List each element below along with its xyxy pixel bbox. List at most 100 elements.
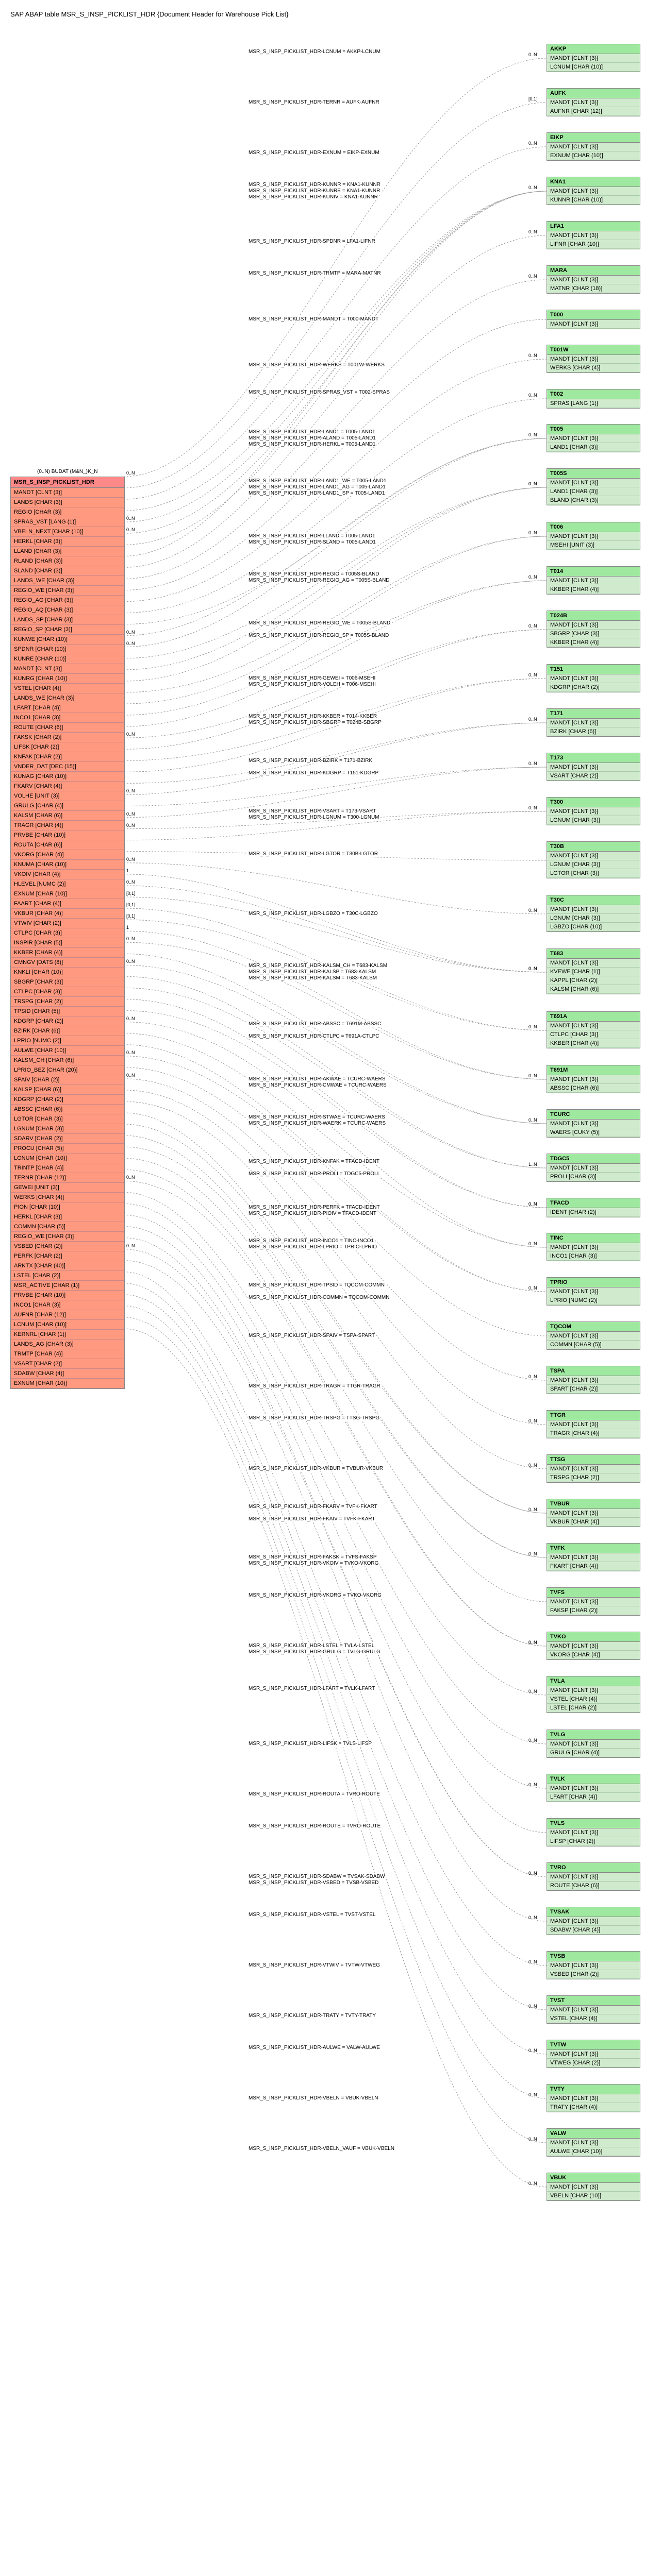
cardinality-right: 0..N bbox=[528, 1689, 537, 1694]
cardinality-right: 0..N bbox=[528, 353, 537, 358]
left-table-header: MSR_S_INSP_PICKLIST_HDR bbox=[11, 477, 124, 488]
table-header: T173 bbox=[547, 753, 640, 763]
table-header: TCURC bbox=[547, 1110, 640, 1120]
table-header: T691A bbox=[547, 1012, 640, 1022]
table-row: LIFSP [CHAR (2)] bbox=[547, 1837, 640, 1846]
table-header: TVFK bbox=[547, 1544, 640, 1553]
table-row: CMNGV [DATS (8)] bbox=[11, 958, 124, 968]
cardinality-right: 1..N bbox=[528, 1162, 537, 1167]
cardinality-right: 0..N bbox=[528, 1117, 537, 1123]
cardinality-right: 0..N bbox=[528, 2092, 537, 2097]
table-row: MANDT [CLNT (3)] bbox=[547, 2006, 640, 2014]
table-row: EXNUM [CHAR (10)] bbox=[11, 1379, 124, 1388]
table-row: LIFNR [CHAR (10)] bbox=[547, 240, 640, 249]
edge-label: MSR_S_INSP_PICKLIST_HDR-LAND1_AG = T005-… bbox=[247, 484, 387, 490]
table-row: REGIO_SP [CHAR (3)] bbox=[11, 625, 124, 635]
table-row: MANDT [CLNT (3)] bbox=[547, 763, 640, 772]
edge-label: MSR_S_INSP_PICKLIST_HDR-PERFK = TFACD-ID… bbox=[247, 1205, 381, 1210]
cardinality-left: 1 bbox=[126, 868, 129, 873]
edge-label: MSR_S_INSP_PICKLIST_HDR-KUNRE = KNA1-KUN… bbox=[247, 188, 381, 194]
table-aufk: AUFKMANDT [CLNT (3)]AUFNR [CHAR (12)] bbox=[547, 88, 640, 116]
edge-label: MSR_S_INSP_PICKLIST_HDR-REGIO_AG = T005S… bbox=[247, 578, 391, 583]
table-row: KKBER [CHAR (4)] bbox=[547, 585, 640, 594]
edge-label: MSR_S_INSP_PICKLIST_HDR-LGNUM = T300-LGN… bbox=[247, 815, 380, 820]
table-t014: T014MANDT [CLNT (3)]KKBER [CHAR (4)] bbox=[547, 566, 640, 595]
table-header: TVRO bbox=[547, 1863, 640, 1873]
edge-label: MSR_S_INSP_PICKLIST_HDR-WAERK = TCURC-WA… bbox=[247, 1121, 387, 1126]
table-row: REGIO [CHAR (3)] bbox=[11, 507, 124, 517]
cardinality-right: 0..N bbox=[528, 432, 537, 437]
table-t691m: T691MMANDT [CLNT (3)]ABSSC [CHAR (6)] bbox=[547, 1065, 640, 1093]
table-tvlk: TVLKMANDT [CLNT (3)]LFART [CHAR (4)] bbox=[547, 1774, 640, 1802]
table-row: KUNAG [CHAR (10)] bbox=[11, 772, 124, 782]
table-row: VTWEG [CHAR (2)] bbox=[547, 2059, 640, 2067]
edge-label: MSR_S_INSP_PICKLIST_HDR-KDGRP = T151-KDG… bbox=[247, 770, 379, 776]
table-ttsg: TTSGMANDT [CLNT (3)]TRSPG [CHAR (2)] bbox=[547, 1454, 640, 1483]
table-row: MANDT [CLNT (3)] bbox=[547, 2050, 640, 2059]
edge-label: MSR_S_INSP_PICKLIST_HDR-KALSP = T683-KAL… bbox=[247, 969, 377, 975]
table-row: LGTOR [CHAR (3)] bbox=[11, 1114, 124, 1124]
table-row: VSBED [CHAR (2)] bbox=[11, 1242, 124, 1251]
table-row: AULWE [CHAR (10)] bbox=[547, 2147, 640, 2156]
table-row: MANDT [CLNT (3)] bbox=[547, 621, 640, 630]
cardinality-left: 0..N bbox=[126, 1073, 135, 1078]
page-title: SAP ABAP table MSR_S_INSP_PICKLIST_HDR {… bbox=[10, 10, 662, 18]
edge-label: MSR_S_INSP_PICKLIST_HDR-COMMN = TQCOM-CO… bbox=[247, 1295, 390, 1300]
table-row: MANDT [CLNT (3)] bbox=[547, 434, 640, 443]
table-row: MANDT [CLNT (3)] bbox=[547, 1509, 640, 1518]
table-row: GRULG [CHAR (4)] bbox=[11, 801, 124, 811]
table-row: VSTEL [CHAR (4)] bbox=[547, 1695, 640, 1704]
table-row: SPDNR [CHAR (10)] bbox=[11, 645, 124, 654]
table-row: MANDT [CLNT (3)] bbox=[547, 1243, 640, 1252]
table-row: WERKS [CHAR (4)] bbox=[547, 364, 640, 372]
diagram-container: AKKP MANDT [CLNT (3)] LCNUM [CHAR (10)] AUF… bbox=[10, 28, 652, 2238]
table-row: LGNUM [CHAR (3)] bbox=[11, 1124, 124, 1134]
table-row: TRINTP [CHAR (4)] bbox=[11, 1163, 124, 1173]
edge-label: MSR_S_INSP_PICKLIST_HDR-FKARV = TVFK-FKA… bbox=[247, 1504, 378, 1510]
table-header: T171 bbox=[547, 709, 640, 719]
table-row: LSTEL [CHAR (2)] bbox=[11, 1271, 124, 1281]
table-header: TDGC5 bbox=[547, 1154, 640, 1164]
table-row: WERKS [CHAR (4)] bbox=[11, 1193, 124, 1202]
table-header: TVLK bbox=[547, 1774, 640, 1784]
table-row: INSPIR [CHAR (5)] bbox=[11, 938, 124, 948]
cardinality-right: [0,1] bbox=[528, 96, 538, 101]
left-anchor-label: (0..N) BUDAT (M&N_)K_N bbox=[36, 469, 98, 474]
table-row: LPRIO [NUMC (2)] bbox=[547, 1296, 640, 1305]
table-row: SPRAS_VST [LANG (1)] bbox=[11, 517, 124, 527]
edge-label: MSR_S_INSP_PICKLIST_HDR-ROUTE = TVRO-ROU… bbox=[247, 1823, 382, 1829]
edge-label: MSR_S_INSP_PICKLIST_HDR-FAKSK = TVFS-FAK… bbox=[247, 1554, 378, 1560]
edge-label: MSR_S_INSP_PICKLIST_HDR-LFART = TVLK-LFA… bbox=[247, 1686, 376, 1691]
table-row: REGIO_AQ [CHAR (3)] bbox=[11, 605, 124, 615]
cardinality-left: 0..N bbox=[126, 1016, 135, 1021]
table-row: SBGRP [CHAR (3)] bbox=[11, 977, 124, 987]
cardinality-left: 0..N bbox=[126, 641, 135, 646]
table-header: AKKP bbox=[547, 44, 640, 54]
table-row: REGIO_WE [CHAR (3)] bbox=[11, 1232, 124, 1242]
edge-label: MSR_S_INSP_PICKLIST_HDR-LGBZO = T30C-LGB… bbox=[247, 911, 379, 917]
table-tfacd: TFACDIDENT [CHAR (2)] bbox=[547, 1198, 640, 1217]
edge-label: MSR_S_INSP_PICKLIST_HDR-REGIO = T005S-BL… bbox=[247, 571, 380, 577]
table-t006: T006MANDT [CLNT (3)]MSEHI [UNIT (3)] bbox=[547, 522, 640, 550]
table-row: MANDT [CLNT (3)] bbox=[547, 959, 640, 968]
edge-label: MSR_S_INSP_PICKLIST_HDR-LGTOR = T30B-LGT… bbox=[247, 851, 379, 857]
table-row: ARKTX [CHAR (40)] bbox=[11, 1261, 124, 1271]
edge-label: MSR_S_INSP_PICKLIST_HDR-MANDT = T000-MAN… bbox=[247, 316, 379, 322]
table-row: INCO1 [CHAR (3)] bbox=[11, 713, 124, 723]
table-header: TVFS bbox=[547, 1588, 640, 1598]
table-row: VKOIV [CHAR (4)] bbox=[11, 870, 124, 879]
table-row: SBGRP [CHAR (3)] bbox=[547, 630, 640, 638]
table-header: EIKP bbox=[547, 133, 640, 143]
table-row: LCNUM [CHAR (10)] bbox=[547, 63, 640, 72]
table-row: MANDT [CLNT (3)] bbox=[547, 1686, 640, 1695]
table-header: T001W bbox=[547, 345, 640, 355]
edge-label: MSR_S_INSP_PICKLIST_HDR-AKWAE = TCURC-WA… bbox=[247, 1076, 387, 1082]
table-row: MANDT [CLNT (3)] bbox=[547, 577, 640, 585]
table-row: LAND1 [CHAR (3)] bbox=[547, 487, 640, 496]
table-row: MANDT [CLNT (3)] bbox=[547, 1164, 640, 1173]
left-table: MSR_S_INSP_PICKLIST_HDRMANDT [CLNT (3)]L… bbox=[10, 477, 125, 1389]
table-row: KALSP [CHAR (6)] bbox=[11, 1085, 124, 1095]
cardinality-left: 0..N bbox=[126, 1050, 135, 1055]
table-row: LANDS_WE [CHAR (3)] bbox=[11, 576, 124, 586]
table-row: KVEWE [CHAR (1)] bbox=[547, 968, 640, 976]
